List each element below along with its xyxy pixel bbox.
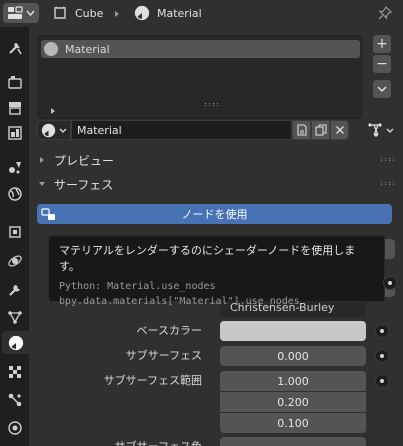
tab-render[interactable]: [3, 70, 26, 93]
subsurface-radius-y-field[interactable]: 0.200: [220, 392, 366, 412]
tab-data[interactable]: [3, 416, 26, 439]
subsurface-socket[interactable]: [375, 349, 389, 363]
mesh-data-icon: [7, 310, 22, 324]
base-color-socket[interactable]: [375, 324, 389, 338]
editor-type-selector[interactable]: [3, 3, 39, 23]
material-datablock-selector: Material: [37, 120, 354, 140]
add-material-slot-button[interactable]: +: [373, 35, 391, 53]
chevron-down-icon: [59, 128, 67, 133]
close-icon: [335, 126, 344, 134]
panel-surface-title: サーフェス: [54, 177, 114, 192]
material-slot-item[interactable]: Material: [41, 40, 360, 58]
tooltip-python: Python: Material.use_nodes: [59, 281, 216, 292]
properties-header: Cube Material: [0, 0, 403, 27]
wrench-screwdriver-icon: [8, 42, 22, 54]
breadcrumb-separator-icon: [115, 11, 119, 17]
breadcrumb-object-label: Cube: [75, 6, 104, 20]
node-tree-icon: [368, 123, 382, 137]
list-resize-grip[interactable]: [205, 103, 219, 106]
chevron-down-icon: [26, 10, 35, 17]
breadcrumb-material[interactable]: Material: [134, 5, 202, 21]
tab-output[interactable]: [3, 96, 26, 119]
object-square-icon: [8, 225, 21, 238]
constraint-icon: [8, 393, 21, 406]
view-layer-icon: [7, 125, 22, 140]
chevron-down-icon: [386, 128, 394, 133]
panel-drag-grip[interactable]: [381, 158, 395, 161]
slot-specials-menu-button[interactable]: [373, 80, 391, 98]
collapsed-arrow-icon: [40, 157, 44, 163]
expanded-arrow-icon: [39, 182, 45, 186]
material-slot-label: Material: [65, 42, 110, 56]
render-camera-icon: [7, 75, 22, 89]
subsurface-radius-socket[interactable]: [375, 374, 389, 388]
tab-modifiers[interactable]: [3, 278, 26, 301]
tab-scene[interactable]: [3, 155, 26, 178]
tab-world[interactable]: [3, 182, 26, 205]
subsurface-radius-label: サブサーフェス範囲: [103, 374, 202, 387]
tab-object-data[interactable]: [3, 305, 26, 328]
unlink-material-button[interactable]: [330, 120, 349, 140]
duplicate-icon: [314, 124, 327, 136]
material-icon: [134, 5, 150, 21]
data-sphere-icon: [7, 420, 22, 435]
tab-texture[interactable]: [3, 360, 26, 383]
use-nodes-label: ノードを使用: [181, 208, 248, 221]
tab-view-layer[interactable]: [3, 121, 26, 144]
panel-drag-grip[interactable]: [381, 182, 395, 185]
document-icon: [296, 124, 307, 136]
fake-user-button[interactable]: [292, 120, 311, 140]
node-editor-icon: [41, 208, 55, 220]
output-printer-icon: [8, 101, 21, 115]
material-preview-sphere: [44, 42, 58, 56]
material-icon: [41, 123, 56, 137]
material-name-field[interactable]: Material: [71, 120, 292, 140]
tab-constraints[interactable]: [3, 388, 26, 411]
texture-checker-icon: [8, 365, 21, 378]
socket-dot[interactable]: [383, 276, 397, 290]
world-globe-icon: [7, 186, 22, 201]
use-nodes-button[interactable]: ノードを使用: [37, 204, 392, 224]
base-color-label: ベースカラー: [136, 324, 202, 337]
tab-material[interactable]: [2, 331, 29, 354]
tab-tool[interactable]: [3, 36, 26, 59]
subsurface-label: サブサーフェス: [125, 349, 202, 362]
modifier-wrench-icon: [8, 284, 20, 296]
subsurface-field[interactable]: 0.000: [220, 346, 366, 366]
chevron-down-icon: [377, 86, 387, 93]
node-link-dropdown[interactable]: [365, 120, 397, 140]
browse-material-button[interactable]: [37, 120, 71, 140]
breadcrumb-material-label: Material: [157, 6, 202, 20]
panel-preview-header[interactable]: プレビュー: [29, 149, 403, 171]
tooltip-description: マテリアルをレンダーするのにシェーダーノードを使用します。: [59, 244, 356, 273]
object-data-icon: [54, 6, 66, 19]
pin-icon[interactable]: [377, 5, 393, 21]
base-color-field[interactable]: [220, 321, 366, 341]
properties-editor-icon: [8, 6, 23, 19]
material-icon: [8, 335, 23, 350]
panel-preview-title: プレビュー: [54, 153, 115, 168]
subsurface-radius-x-field[interactable]: 1.000: [220, 371, 366, 391]
tab-physics[interactable]: [3, 249, 26, 272]
remove-label: −: [376, 56, 388, 72]
scene-icon: [8, 161, 21, 173]
properties-tab-bar: [0, 27, 29, 446]
tooltip: マテリアルをレンダーするのにシェーダーノードを使用します。 Python: Ma…: [48, 235, 385, 307]
breadcrumb-object[interactable]: Cube: [52, 5, 103, 21]
subsurface-radius-z-field[interactable]: 0.100: [220, 413, 366, 433]
physics-orbit-icon: [7, 254, 22, 267]
subsurface-color-field[interactable]: [220, 437, 366, 446]
add-label: +: [376, 36, 388, 52]
tooltip-data-path: bpy.data.materials["Material"].use_nodes: [59, 296, 300, 307]
list-expand-icon[interactable]: [49, 107, 57, 115]
duplicate-material-button[interactable]: [311, 120, 330, 140]
remove-material-slot-button[interactable]: −: [373, 55, 391, 73]
subsurface-color-label: サブサーフェス色: [42, 437, 202, 446]
panel-surface-header[interactable]: サーフェス: [29, 173, 403, 195]
material-slot-list[interactable]: Material: [37, 35, 362, 119]
tab-object[interactable]: [3, 220, 26, 243]
